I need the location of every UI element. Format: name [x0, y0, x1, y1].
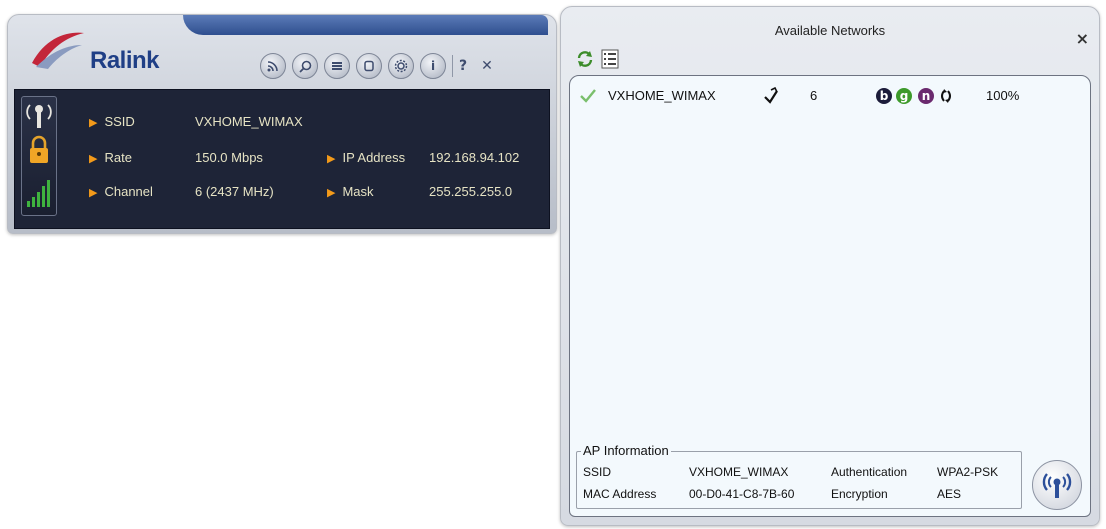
secured-network-icon [764, 87, 778, 104]
ssid-field: ▶ SSID [89, 112, 135, 132]
ap-encryption-label: Encryption [831, 487, 888, 501]
ap-ssid-label: SSID [583, 465, 612, 479]
search-networks-button[interactable] [292, 53, 318, 79]
settings-button[interactable] [388, 53, 414, 79]
ap-encryption-value: AES [937, 487, 962, 501]
rate-field: ▶ Rate [89, 148, 132, 168]
wifi-mode-g-icon: g [896, 88, 912, 104]
ap-information-legend: AP Information [581, 443, 671, 459]
ralink-logo-icon [32, 32, 84, 69]
network-list-button[interactable] [324, 53, 350, 79]
ssid-value: VXHOME_WIMAX [195, 114, 303, 129]
ap-authentication-label: Authentication [831, 465, 908, 479]
info-button[interactable]: i [420, 53, 446, 79]
status-icons [26, 104, 52, 207]
title-bar-stripe [183, 15, 548, 35]
ap-mac-address-label: MAC Address [583, 487, 657, 501]
channel-value: 6 (2437 MHz) [195, 184, 274, 199]
toolbar-divider [452, 55, 453, 77]
rss-icon [267, 61, 278, 72]
connect-button[interactable] [1032, 460, 1082, 510]
rate-label: Rate [104, 150, 132, 165]
network-signal-strength: 100% [986, 88, 1020, 103]
details-list-icon[interactable] [601, 49, 619, 69]
network-row[interactable]: VXHOME_WIMAX 6 b g n 100% [576, 86, 1082, 106]
wifi-mode-b-icon: b [876, 88, 892, 104]
antenna-icon [1042, 473, 1072, 498]
arrow-right-icon: ▶ [327, 153, 336, 165]
ap-mac-address-value: 00-D0-41-C8-7B-60 [689, 487, 795, 501]
checkmark-icon [580, 89, 596, 103]
network-list: VXHOME_WIMAX 6 b g n 100% AP Information… [569, 75, 1091, 517]
mask-field: ▶ Mask [327, 182, 374, 202]
signal-strength-icon [27, 180, 50, 207]
connection-status-panel: ▶ SSID VXHOME_WIMAX ▶ Rate 150.0 Mbps ▶ IP … [14, 89, 550, 229]
close-button[interactable]: × [1076, 29, 1089, 48]
mask-label: Mask [342, 184, 374, 199]
ip-address-field: ▶ IP Address [327, 148, 405, 168]
antenna-icon [26, 104, 52, 128]
channel-label: Channel [104, 184, 153, 199]
arrow-right-icon: ▶ [89, 187, 98, 199]
window-title: Available Networks [774, 23, 886, 38]
signal-strip [21, 96, 57, 216]
wifi-mode-n-icon: n [918, 88, 934, 104]
available-networks-window: Available Networks × VXHOME_WIMAX 6 b g … [560, 6, 1100, 526]
arrow-right-icon: ▶ [89, 117, 98, 129]
document-icon [364, 60, 374, 72]
gear-icon [394, 59, 408, 73]
lock-icon [30, 135, 48, 163]
arrow-right-icon: ▶ [89, 153, 98, 165]
network-ssid: VXHOME_WIMAX [608, 88, 716, 103]
info-icon: i [430, 59, 436, 73]
channel-field: ▶ Channel [89, 182, 153, 202]
ip-address-label: IP Address [342, 150, 406, 165]
refresh-icon[interactable] [575, 49, 595, 69]
ap-authentication-value: WPA2-PSK [937, 465, 999, 479]
mask-value: 255.255.255.0 [429, 184, 513, 199]
help-button[interactable]: ? [459, 58, 467, 74]
search-icon [298, 60, 311, 73]
close-button[interactable]: ✕ [481, 58, 493, 74]
ralink-toolbar: i ? ✕ [260, 53, 507, 79]
ralink-window: Ralink i ? ✕ ▶ SSID VXHOME_WIMAX ▶ Rate … [7, 14, 557, 234]
rss-profile-button[interactable] [260, 53, 286, 79]
network-channel: 6 [810, 88, 818, 103]
arrow-right-icon: ▶ [327, 187, 336, 199]
wps-arrows-icon [941, 89, 951, 103]
rate-value: 150.0 Mbps [195, 150, 263, 165]
ssid-label: SSID [104, 114, 135, 129]
list-icon [332, 62, 342, 70]
ap-information-group: AP Information SSID VXHOME_WIMAX Authent… [576, 443, 1022, 509]
brand-name: Ralink [90, 47, 160, 74]
device-button[interactable] [356, 53, 382, 79]
ip-address-value: 192.168.94.102 [429, 150, 520, 165]
ap-ssid-value: VXHOME_WIMAX [689, 465, 789, 479]
